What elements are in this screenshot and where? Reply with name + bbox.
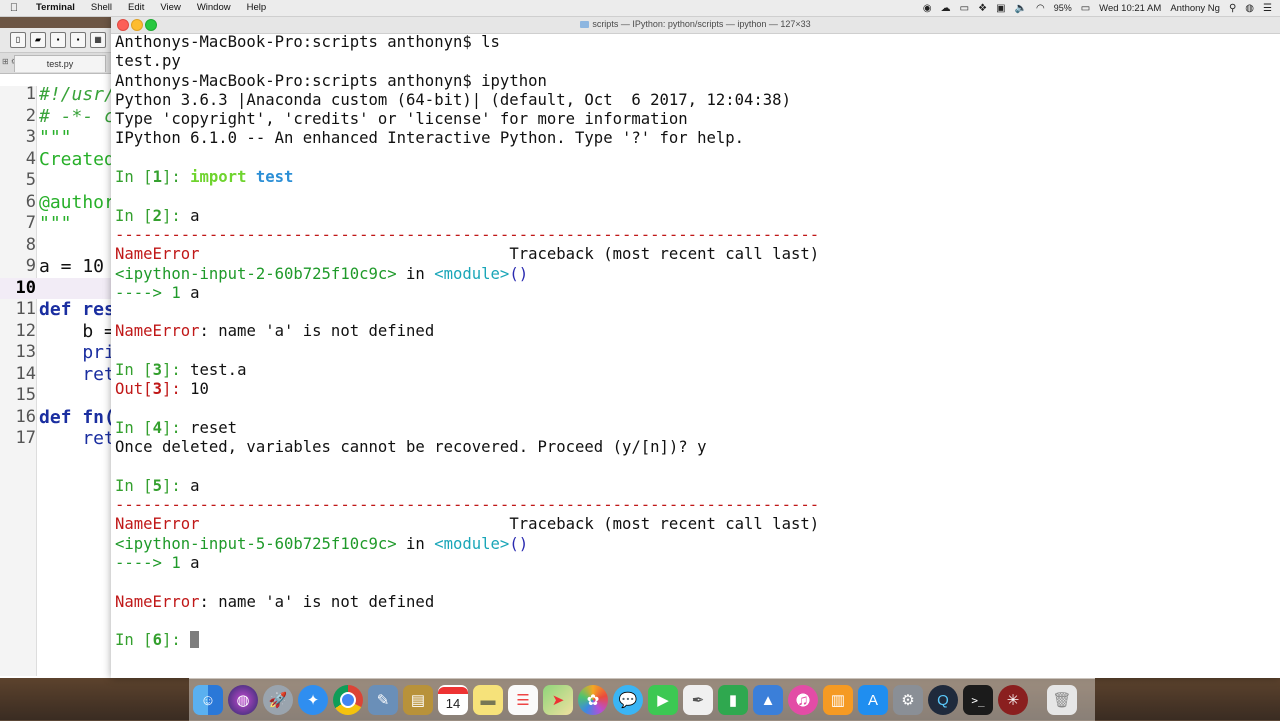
terminal-line: Anthonys-MacBook-Pro:scripts anthonyn$ l… bbox=[115, 33, 500, 51]
launchpad-icon[interactable]: 🚀 bbox=[263, 685, 293, 715]
traceback-arrow: ----> 1 a bbox=[115, 554, 200, 573]
terminal-line: IPython 6.1.0 -- An enhanced Interactive… bbox=[115, 129, 745, 148]
ipython-input-2: In [2]: a bbox=[115, 206, 200, 225]
calendar-day: 14 bbox=[445, 695, 461, 711]
volume-icon[interactable]: 🔈 bbox=[1015, 3, 1027, 14]
stickies-icon[interactable]: ▬ bbox=[473, 685, 503, 715]
ipython-input-5: In [5]: a bbox=[115, 476, 200, 495]
menubar-user[interactable]: Anthony Ng bbox=[1170, 3, 1220, 14]
terminal-title: scripts — IPython: python/scripts — ipyt… bbox=[592, 19, 811, 29]
airplay-icon[interactable]: ▭ bbox=[960, 3, 969, 14]
menu-shell[interactable]: Shell bbox=[83, 0, 120, 16]
error-message: NameError: name 'a' is not defined bbox=[115, 592, 435, 611]
traceback-header: NameError Traceback (most recent call la… bbox=[115, 245, 820, 264]
appstore-icon[interactable]: A bbox=[858, 685, 888, 715]
dock: ☺ ◍ 🚀 ✦ ✎ ▤ 14 ▬ ☰ ➤ ✿ 💬 ▶ ✒ ▮ ▲ ♫ ▥ A ⚙… bbox=[189, 678, 1095, 721]
terminal-line: Anthonys-MacBook-Pro:scripts anthonyn$ i… bbox=[115, 71, 547, 90]
traceback-divider: ----------------------------------------… bbox=[115, 225, 820, 244]
safari-icon[interactable]: ✦ bbox=[298, 685, 328, 715]
maps-icon[interactable]: ➤ bbox=[543, 685, 573, 715]
record-icon[interactable]: ◉ bbox=[923, 3, 932, 14]
terminal-icon[interactable]: >_ bbox=[963, 685, 993, 715]
siri-menubar-icon[interactable]: ◍ bbox=[1245, 3, 1254, 14]
apple-menu-icon[interactable]:  bbox=[0, 2, 28, 14]
trash-icon[interactable]: 🗑 bbox=[1047, 685, 1077, 715]
save-icon[interactable]: ▪ bbox=[50, 32, 66, 48]
system-preferences-icon[interactable]: ⚙ bbox=[893, 685, 923, 715]
menu-edit[interactable]: Edit bbox=[120, 0, 152, 16]
numbers-icon[interactable]: ▮ bbox=[718, 685, 748, 715]
notes-icon[interactable]: ▤ bbox=[403, 685, 433, 715]
finder-icon[interactable]: ☺ bbox=[193, 685, 223, 715]
dropbox-icon[interactable]: ❖ bbox=[978, 3, 987, 14]
ipython-output-3: Out[3]: 10 bbox=[115, 380, 209, 399]
menu-help[interactable]: Help bbox=[239, 0, 275, 16]
ibooks-icon[interactable]: ▥ bbox=[823, 685, 853, 715]
messages-icon[interactable]: 💬 bbox=[613, 685, 643, 715]
traceback-location: <ipython-input-5-60b725f10c9c> in <modul… bbox=[115, 534, 529, 553]
battery-icon[interactable]: ▭ bbox=[1081, 3, 1090, 14]
ipython-input-1: In [1]: import test bbox=[115, 168, 294, 187]
open-folder-icon[interactable]: ▰ bbox=[30, 32, 46, 48]
traceback-header: NameError Traceback (most recent call la… bbox=[115, 515, 820, 534]
terminal-window[interactable]: scripts — IPython: python/scripts — ipyt… bbox=[111, 16, 1280, 678]
menu-terminal[interactable]: Terminal bbox=[28, 0, 83, 16]
itunes-icon[interactable]: ♫ bbox=[788, 685, 818, 715]
menu-view[interactable]: View bbox=[152, 0, 188, 16]
photos-icon[interactable]: ✿ bbox=[578, 685, 608, 715]
tab-test-py[interactable]: test.py bbox=[14, 55, 106, 72]
traceback-location: <ipython-input-2-60b725f10c9c> in <modul… bbox=[115, 264, 529, 283]
error-message: NameError: name 'a' is not defined bbox=[115, 322, 435, 341]
text-cursor bbox=[190, 631, 200, 649]
spotlight-icon[interactable]: ⚲ bbox=[1229, 3, 1236, 14]
ipython-input-4: In [4]: reset bbox=[115, 418, 238, 437]
new-file-icon[interactable]: ▯ bbox=[10, 32, 26, 48]
notification-center-icon[interactable]: ☰ bbox=[1263, 3, 1272, 14]
terminal-line: Type 'copyright', 'credits' or 'license'… bbox=[115, 110, 688, 129]
traceback-arrow: ----> 1 a bbox=[115, 283, 200, 302]
keynote-icon[interactable]: ▲ bbox=[753, 685, 783, 715]
traceback-divider: ----------------------------------------… bbox=[115, 496, 820, 515]
textedit-icon[interactable]: ✒ bbox=[683, 685, 713, 715]
reminders-icon[interactable]: ☰ bbox=[508, 685, 538, 715]
chrome-icon[interactable] bbox=[333, 685, 363, 715]
facetime-icon[interactable]: ▶ bbox=[648, 685, 678, 715]
cloud-icon[interactable]: ☁ bbox=[941, 3, 951, 14]
battery-percent[interactable]: 95% bbox=[1054, 3, 1072, 13]
menubar-clock[interactable]: Wed 10:21 AM bbox=[1099, 3, 1161, 14]
ipython-input-6[interactable]: In [6]: bbox=[115, 631, 1280, 650]
terminal-titlebar[interactable]: scripts — IPython: python/scripts — ipyt… bbox=[111, 16, 1280, 34]
ipython-input-3: In [3]: test.a bbox=[115, 361, 247, 380]
quicktime-icon[interactable]: Q bbox=[928, 685, 958, 715]
menu-bar:  Terminal Shell Edit View Window Help ◉… bbox=[0, 0, 1280, 17]
display-icon[interactable]: ▣ bbox=[996, 3, 1005, 14]
terminal-line: Python 3.6.3 |Anaconda custom (64-bit)| … bbox=[115, 90, 791, 109]
folder-icon bbox=[580, 21, 590, 28]
siri-icon[interactable]: ◍ bbox=[228, 685, 258, 715]
terminal-line: test.py bbox=[115, 52, 181, 71]
terminal-screen[interactable]: Anthonys-MacBook-Pro:scripts anthonyn$ l… bbox=[115, 33, 1280, 651]
calendar-icon[interactable]: 14 bbox=[438, 685, 468, 715]
menu-window[interactable]: Window bbox=[189, 0, 239, 16]
preview-icon[interactable]: ✎ bbox=[368, 685, 398, 715]
grid-icon[interactable]: ▦ bbox=[90, 32, 106, 48]
reset-confirmation: Once deleted, variables cannot be recove… bbox=[115, 438, 707, 457]
save-all-icon[interactable]: ▪ bbox=[70, 32, 86, 48]
wifi-icon[interactable]: ◠ bbox=[1036, 3, 1045, 14]
spyder-icon[interactable]: ✳ bbox=[998, 685, 1028, 715]
